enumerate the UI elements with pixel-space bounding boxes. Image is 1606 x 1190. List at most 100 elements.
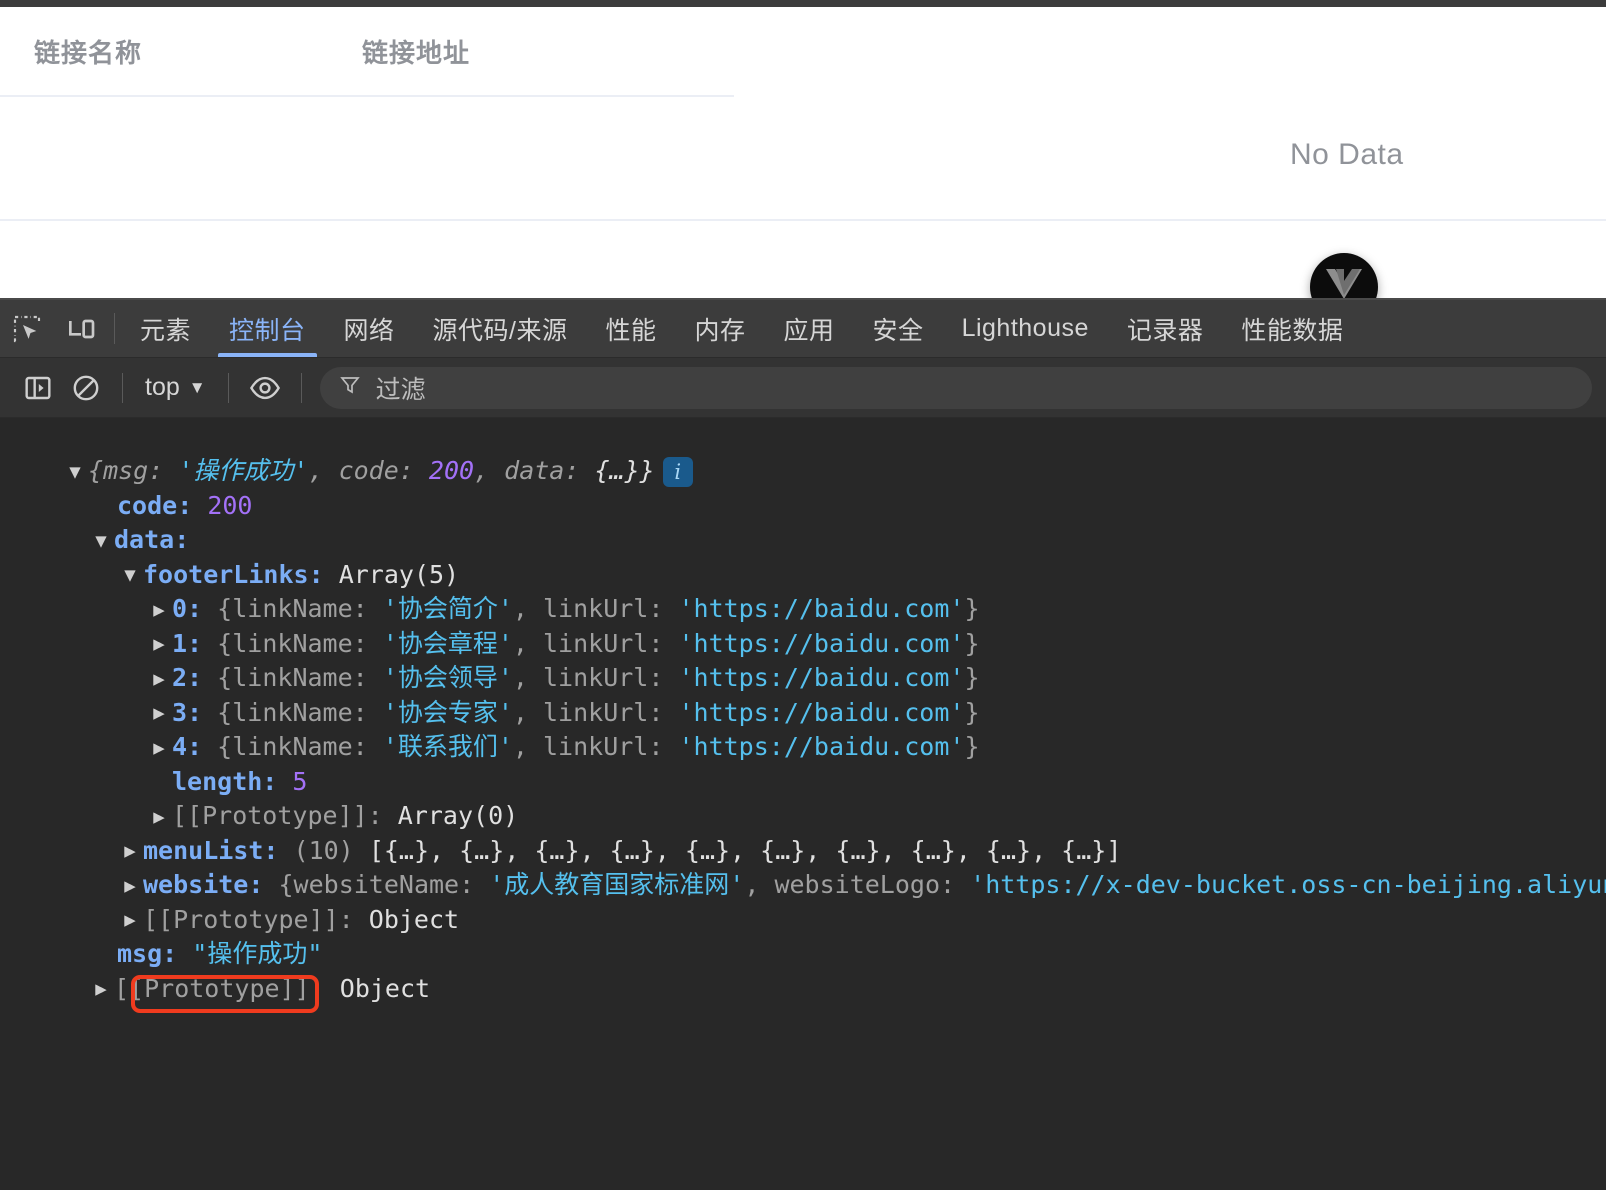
root-key-code: code: bbox=[338, 456, 414, 485]
tabbar-divider bbox=[114, 313, 115, 344]
property-key-array-prototype: [[Prototype]]: bbox=[172, 801, 383, 830]
root-key-msg: msg: bbox=[103, 456, 164, 485]
tab-performance-insights[interactable]: 性能数据 bbox=[1222, 300, 1362, 357]
tab-elements[interactable]: 元素 bbox=[121, 300, 210, 357]
disclosure-triangle-icon[interactable] bbox=[146, 731, 172, 766]
item-value-linkurl: 'https://baidu.com' bbox=[678, 663, 965, 692]
root-open-brace: { bbox=[88, 456, 104, 485]
website-value-name: '成人教育国家标准网' bbox=[489, 870, 745, 899]
item-value-linkurl: 'https://baidu.com' bbox=[678, 594, 965, 623]
tab-performance[interactable]: 性能 bbox=[587, 300, 676, 357]
property-value-root-prototype: Object bbox=[339, 973, 431, 1003]
info-badge-icon[interactable]: i bbox=[662, 457, 693, 487]
web-page-area: 链接名称 链接地址 No Data bbox=[0, 0, 1606, 300]
property-key-length: length: bbox=[172, 766, 278, 796]
property-key-data: data: bbox=[114, 525, 190, 554]
item-key-linkname: linkName: bbox=[232, 732, 368, 761]
property-value-code: 200 bbox=[207, 490, 253, 520]
website-key-name: websiteName: bbox=[293, 870, 475, 899]
disclosure-triangle-icon[interactable] bbox=[146, 800, 172, 835]
tab-security[interactable]: 安全 bbox=[854, 300, 943, 357]
inspect-element-icon[interactable] bbox=[0, 300, 54, 357]
tab-network[interactable]: 网络 bbox=[325, 300, 414, 357]
disclosure-triangle-icon[interactable] bbox=[146, 627, 172, 662]
item-comma: , bbox=[512, 628, 543, 658]
disclosure-triangle-icon[interactable] bbox=[88, 524, 114, 559]
tab-application[interactable]: 应用 bbox=[765, 300, 854, 357]
array-index: 0: bbox=[172, 594, 203, 623]
website-open-brace: { bbox=[278, 870, 294, 899]
item-open-brace: { bbox=[217, 594, 233, 623]
tab-lighthouse[interactable]: Lighthouse bbox=[943, 300, 1108, 357]
disclosure-triangle-icon[interactable] bbox=[146, 593, 172, 628]
console-row-array-item[interactable]: 2: {linkName: '协会领导', linkUrl: 'https://… bbox=[0, 661, 1606, 696]
item-close-brace: } bbox=[964, 732, 980, 761]
console-row-website[interactable]: website: {websiteName: '成人教育国家标准网', webs… bbox=[0, 868, 1606, 903]
console-row-array-item[interactable]: 4: {linkName: '联系我们', linkUrl: 'https://… bbox=[0, 730, 1606, 765]
property-key-menulist: menuList: bbox=[143, 835, 279, 865]
console-row-array-prototype[interactable]: [[Prototype]]: Array(0) bbox=[0, 799, 1606, 834]
column-header-link-url: 链接地址 bbox=[362, 37, 471, 68]
devtools-panel: 元素 控制台 网络 源代码/来源 性能 内存 应用 安全 Lighthouse … bbox=[0, 298, 1606, 1190]
console-row-data[interactable]: data: bbox=[0, 523, 1606, 558]
tab-recorder[interactable]: 记录器 bbox=[1108, 300, 1223, 357]
execution-context-selector[interactable]: top ▼ bbox=[135, 373, 216, 402]
item-close-brace: } bbox=[964, 663, 980, 692]
item-open-brace: { bbox=[217, 628, 233, 658]
tab-console[interactable]: 控制台 bbox=[210, 300, 325, 357]
console-row-root-prototype[interactable]: [[Prototype]]: Object bbox=[0, 972, 1606, 1007]
tab-memory[interactable]: 内存 bbox=[676, 300, 765, 357]
item-value-linkname: '协会章程' bbox=[382, 628, 513, 658]
console-row-menulist[interactable]: menuList: (10) [{…}, {…}, {…}, {…}, {…},… bbox=[0, 834, 1606, 869]
filter-funnel-icon bbox=[338, 373, 362, 402]
item-comma: , bbox=[512, 594, 543, 623]
execution-context-label: top bbox=[145, 373, 180, 401]
property-key-root-prototype: [[Prototype]]: bbox=[114, 973, 325, 1003]
disclosure-triangle-icon[interactable] bbox=[117, 869, 143, 904]
chevron-down-icon: ▼ bbox=[188, 378, 206, 397]
disclosure-triangle-icon[interactable] bbox=[146, 696, 172, 731]
item-value-linkurl: 'https://baidu.com' bbox=[678, 697, 965, 727]
live-expression-eye-icon[interactable] bbox=[241, 364, 289, 412]
console-sidebar-toggle-icon[interactable] bbox=[14, 364, 62, 412]
console-filter-input[interactable]: 过滤 bbox=[319, 366, 1592, 409]
property-value-array-prototype: Array(0) bbox=[397, 801, 519, 830]
toolbar-divider-2 bbox=[227, 372, 229, 403]
clear-console-icon[interactable] bbox=[62, 364, 110, 412]
disclosure-triangle-icon[interactable] bbox=[117, 834, 143, 869]
property-key-website: website: bbox=[143, 870, 264, 899]
console-row-data-prototype[interactable]: [[Prototype]]: Object bbox=[0, 903, 1606, 938]
disclosure-triangle-icon[interactable] bbox=[117, 558, 143, 593]
item-comma: , bbox=[512, 732, 543, 761]
tab-sources[interactable]: 源代码/来源 bbox=[414, 300, 587, 357]
item-value-linkurl: 'https://baidu.com' bbox=[678, 628, 965, 658]
console-row-array-item[interactable]: 1: {linkName: '协会章程', linkUrl: 'https://… bbox=[0, 627, 1606, 662]
disclosure-triangle-icon[interactable] bbox=[146, 662, 172, 697]
item-key-linkname: linkName: bbox=[232, 594, 368, 623]
console-row-array-item[interactable]: 3: {linkName: '协会专家', linkUrl: 'https://… bbox=[0, 696, 1606, 731]
item-value-linkurl: 'https://baidu.com' bbox=[678, 732, 965, 761]
vue-devtools-fab-button[interactable] bbox=[1310, 253, 1378, 300]
property-key-footerlinks: footerLinks: bbox=[143, 559, 324, 589]
disclosure-triangle-icon[interactable] bbox=[117, 903, 143, 938]
item-key-linkurl: linkUrl: bbox=[542, 732, 664, 761]
disclosure-triangle-icon[interactable] bbox=[62, 455, 88, 490]
console-row-code: code: 200 bbox=[0, 489, 1606, 524]
array-index: 1: bbox=[172, 628, 203, 658]
root-sep-2: , bbox=[474, 456, 505, 485]
console-row-array-item[interactable]: 0: {linkName: '协会简介', linkUrl: 'https://… bbox=[0, 592, 1606, 627]
item-open-brace: { bbox=[217, 732, 233, 761]
console-message-list[interactable]: {msg: '操作成功', code: 200, data: {…}}i cod… bbox=[0, 418, 1606, 1190]
root-value-data: {…}} bbox=[594, 456, 655, 485]
console-row-footerlinks[interactable]: footerLinks: Array(5) bbox=[0, 558, 1606, 593]
root-value-code: 200 bbox=[428, 456, 475, 485]
console-row-root-object[interactable]: {msg: '操作成功', code: 200, data: {…}}i bbox=[0, 454, 1606, 489]
devtools-tabbar: 元素 控制台 网络 源代码/来源 性能 内存 应用 安全 Lighthouse … bbox=[0, 300, 1606, 358]
item-value-linkname: '联系我们' bbox=[382, 732, 513, 761]
array-index: 4: bbox=[172, 732, 203, 761]
device-toolbar-icon[interactable] bbox=[54, 300, 108, 357]
property-key-data-prototype: [[Prototype]]: bbox=[143, 904, 354, 934]
item-value-linkname: '协会专家' bbox=[382, 697, 513, 727]
item-value-linkname: '协会领导' bbox=[382, 663, 513, 692]
disclosure-triangle-icon[interactable] bbox=[88, 972, 114, 1007]
